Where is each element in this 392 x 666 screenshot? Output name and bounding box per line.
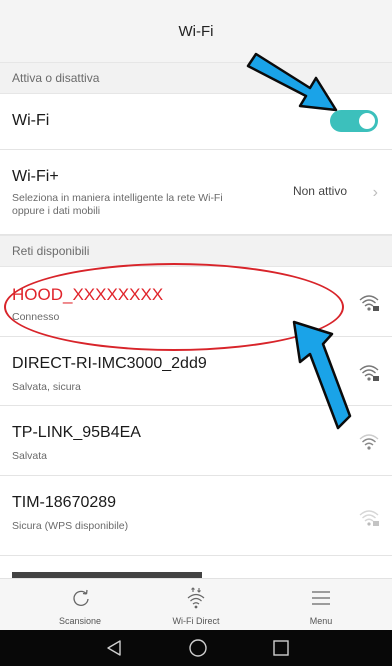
network-row-partial[interactable] [0,556,392,578]
menu-icon [312,591,330,605]
wifi-plus-description-line1: Seleziona in maniera intelligente la ret… [12,192,223,204]
wifi-direct-button[interactable]: Wi-Fi Direct [131,579,261,631]
wifi-icon [359,434,379,450]
home-icon[interactable] [188,638,208,658]
wifi-direct-icon [187,587,205,609]
wifi-plus-row[interactable]: Wi-Fi+ Seleziona in maniera intelligente… [0,150,392,235]
wifi-locked-icon [359,295,379,311]
network-row[interactable]: DIRECT-RI-IMC3000_2dd9 Salvata, sicura [0,337,392,406]
wifi-plus-description: Seleziona in maniera intelligente la ret… [12,192,223,217]
scan-label: Scansione [58,616,102,626]
page-title: Wi-Fi [178,22,214,40]
title-bar: Wi-Fi [0,0,392,62]
wifi-plus-status: Non attivo [292,184,347,198]
wifi-plus-description-line2: oppure i dati mobili [12,204,101,217]
wifi-locked-icon [359,510,379,526]
menu-button[interactable]: Menu [256,579,386,631]
network-name: TIM-18670289 [12,494,117,511]
recents-icon[interactable] [272,639,290,657]
network-name: TP-LINK_95B4EA [12,424,141,441]
scan-button[interactable]: Scansione [15,579,145,631]
bottom-action-bar: Scansione Wi-Fi Direct Menu [0,578,392,630]
wifi-row-label: Wi-Fi [12,112,50,129]
network-status: Salvata [12,450,48,462]
refresh-icon [73,589,89,607]
network-row[interactable]: TP-LINK_95B4EA Salvata [0,406,392,476]
toggle-knob [359,113,375,129]
chevron-right-icon: › [372,184,378,201]
network-status: Connesso [12,311,60,323]
wifi-toggle-row[interactable]: Wi-Fi [0,94,392,150]
section-header-networks: Reti disponibili [0,235,392,267]
wifi-direct-label: Wi-Fi Direct [172,616,220,626]
network-status: Sicura (WPS disponibile) [12,520,129,532]
back-icon[interactable] [105,639,123,657]
section-header-label: Attiva o disattiva [12,71,100,85]
network-row[interactable]: TIM-18670289 Sicura (WPS disponibile) [0,476,392,556]
wifi-plus-title: Wi-Fi+ [12,168,59,185]
network-status: Salvata, sicura [12,381,81,393]
menu-label: Menu [309,616,333,626]
section-header-label: Reti disponibili [12,244,90,258]
network-name: DIRECT-RI-IMC3000_2dd9 [12,355,207,372]
section-header-toggle: Attiva o disattiva [0,62,392,94]
wifi-locked-icon [359,365,379,381]
network-row[interactable]: HOOD_XXXXXXXX Connesso [0,267,392,337]
wifi-toggle-switch[interactable] [330,110,378,132]
system-nav-bar [0,630,392,666]
network-name: HOOD_XXXXXXXX [12,285,164,304]
